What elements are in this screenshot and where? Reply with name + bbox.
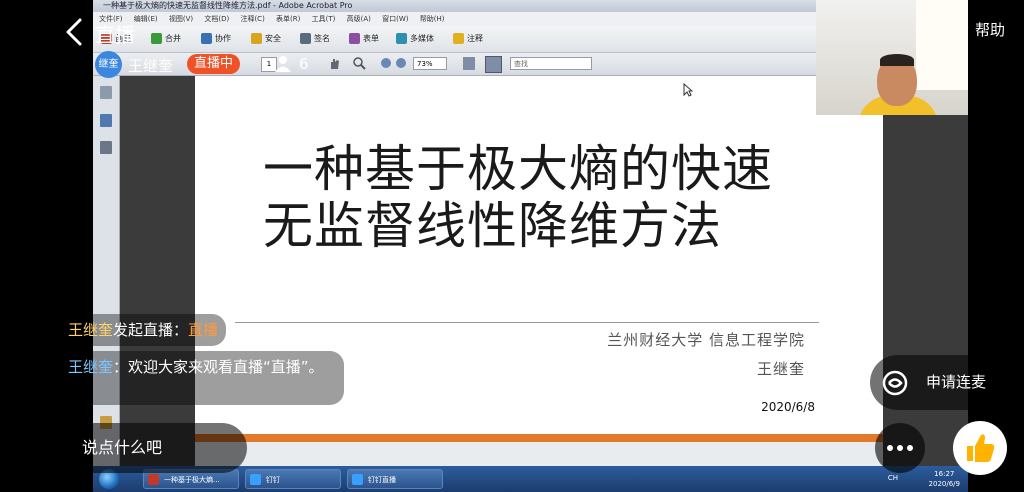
toolbar-forms[interactable]: 表单 — [349, 33, 379, 45]
menu-advanced[interactable]: 高级(A) — [347, 15, 371, 23]
acrobat-left-panel — [93, 76, 120, 466]
zoom-field[interactable]: 73% — [413, 57, 447, 70]
camera-background-window — [916, 0, 968, 90]
collaborate-icon — [201, 33, 212, 44]
comment-icon — [453, 33, 464, 44]
menu-view[interactable]: 视图(V) — [169, 15, 193, 23]
search-field[interactable]: 查找 — [510, 57, 592, 70]
live-status-badge: 直播中 — [187, 54, 241, 74]
toolbar-sign[interactable]: 签名 — [300, 33, 330, 45]
like-button[interactable] — [953, 421, 1007, 475]
avatar[interactable]: 继奎 — [95, 51, 122, 78]
chat-message: 王继奎发起直播：直播 — [60, 314, 227, 346]
dingtalk-live-icon — [352, 474, 363, 485]
fit-width-icon[interactable] — [485, 56, 502, 73]
host-name[interactable]: 王继奎 — [128, 55, 173, 76]
chat-text: ：欢迎大家来观看直播“直播”。 — [113, 358, 324, 376]
more-button[interactable] — [875, 423, 925, 473]
thumbs-up-icon — [967, 434, 995, 462]
chat-author: 王继奎 — [68, 358, 114, 376]
slide-divider — [235, 322, 819, 323]
form-icon — [349, 33, 360, 44]
input-language-indicator[interactable]: CH — [888, 474, 898, 482]
clock-date: 2020/6/9 — [928, 480, 960, 488]
menu-comments[interactable]: 注释(C) — [240, 15, 264, 23]
pdf-slide-page: 一种基于极大熵的快速无监督线性降维方法 兰州财经大学 信息工程学院 王继奎 20… — [195, 76, 883, 466]
chevron-left-icon — [66, 18, 82, 46]
taskbar-item-dingtalk-live[interactable]: 钉钉直播 — [347, 469, 443, 489]
link-mic-icon — [880, 368, 910, 398]
help-link[interactable]: 帮助 — [975, 19, 1005, 40]
zoom-in-icon[interactable] — [396, 58, 406, 68]
slide-date: 2020/6/8 — [761, 400, 815, 414]
merge-icon — [151, 33, 162, 44]
toolbar-merge[interactable]: 合并 — [151, 33, 181, 45]
chat-message: 王继奎：欢迎大家来观看直播“直播”。 — [60, 351, 344, 405]
chat-author: 王继奎 — [68, 321, 114, 339]
page-title: 直播 — [95, 23, 135, 47]
menu-document[interactable]: 文档(D) — [204, 15, 229, 23]
document-left-margin — [120, 76, 195, 466]
presenter-camera[interactable] — [816, 0, 968, 115]
menu-help[interactable]: 帮助(H) — [420, 15, 445, 23]
zoom-out-icon[interactable] — [381, 58, 391, 68]
viewer-count[interactable]: 6 — [299, 55, 309, 73]
signatures-panel-icon[interactable] — [100, 141, 112, 154]
back-button[interactable] — [60, 14, 90, 50]
lock-icon — [251, 33, 262, 44]
taskbar-item-dingtalk[interactable]: 钉钉 — [245, 469, 341, 489]
more-dots-icon — [887, 445, 893, 451]
comment-input[interactable]: 说点什么吧 — [57, 423, 247, 473]
presenter-hair — [880, 54, 914, 66]
menu-window[interactable]: 窗口(W) — [382, 15, 408, 23]
zoom-tool-icon[interactable] — [353, 57, 366, 70]
toolbar-security[interactable]: 安全 — [251, 33, 281, 45]
slide-author: 王继奎 — [756, 360, 805, 378]
acrobat-icon — [148, 474, 159, 485]
menu-edit[interactable]: 编辑(E) — [134, 15, 158, 23]
slide-organization: 兰州财经大学 信息工程学院 — [607, 331, 805, 349]
toolbar-comment[interactable]: 注释 — [453, 33, 483, 45]
slide-title: 一种基于极大熵的快速无监督线性降维方法 — [263, 140, 773, 255]
toolbar-collaborate[interactable]: 协作 — [201, 33, 231, 45]
chat-text: 发起直播： — [113, 321, 189, 339]
hand-tool-icon[interactable] — [328, 57, 341, 70]
bookmarks-panel-icon[interactable] — [100, 114, 112, 127]
chat-highlight: 直播 — [188, 321, 219, 339]
more-dot — [907, 445, 913, 451]
dingtalk-icon — [250, 474, 261, 485]
pages-panel-icon[interactable] — [100, 86, 112, 99]
menu-tools[interactable]: 工具(T) — [312, 15, 336, 23]
toolbar-multimedia[interactable]: 多媒体 — [396, 33, 434, 45]
more-dot — [897, 445, 903, 451]
menu-forms[interactable]: 表单(R) — [276, 15, 300, 23]
slide-accent-bar — [195, 434, 883, 442]
person-icon — [273, 55, 293, 73]
pen-icon — [300, 33, 311, 44]
multimedia-icon — [396, 33, 407, 44]
mouse-cursor-icon — [683, 82, 694, 97]
fit-page-icon[interactable] — [463, 57, 475, 70]
